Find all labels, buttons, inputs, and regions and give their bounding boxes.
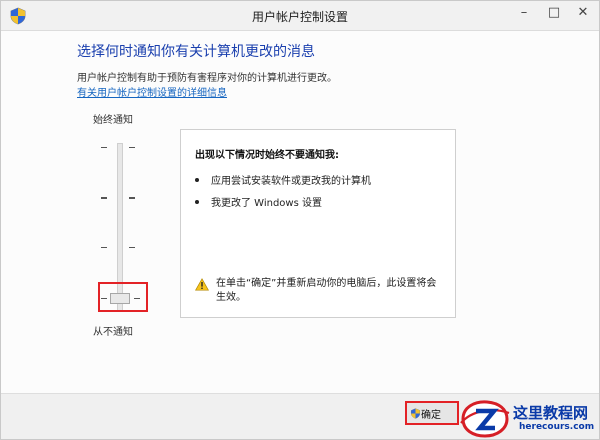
warning-text: 在单击“确定”并重新启动你的电脑后，此设置将会生效。	[216, 278, 437, 303]
page-description: 用户帐户控制有助于预防有害程序对你的计算机进行更改。	[77, 73, 337, 84]
maximize-button[interactable]: □	[539, 1, 569, 23]
bullet-dot-icon	[195, 178, 199, 182]
slider-tick	[101, 247, 107, 248]
more-info-link[interactable]: 有关用户帐户控制设置的详细信息	[77, 84, 227, 99]
bullet-text: 我更改了 Windows 设置	[211, 198, 322, 209]
page-heading: 选择何时通知你有关计算机更改的消息	[77, 44, 315, 60]
warning-triangle-icon	[195, 278, 209, 291]
title-bar: 用户帐户控制设置 – □ ✕	[1, 1, 599, 31]
minimize-button[interactable]: –	[509, 1, 539, 23]
watermark-name: 这里教程网	[513, 404, 589, 422]
slider-highlight-box	[98, 282, 148, 312]
setting-description-panel: 出现以下情况时始终不要通知我: 应用尝试安装软件或更改我的计算机 我更改了 Wi…	[180, 129, 456, 318]
uac-settings-window: 用户帐户控制设置 – □ ✕ 选择何时通知你有关计算机更改的消息 用户帐户控制有…	[0, 0, 600, 440]
slider-tick	[129, 247, 135, 248]
uac-shield-icon	[410, 408, 421, 419]
ok-button-label: 确定	[421, 409, 441, 421]
slider-tick	[129, 197, 135, 199]
restart-warning: 在单击“确定”并重新启动你的电脑后，此设置将会生效。	[195, 277, 445, 305]
slider-tick	[101, 197, 107, 199]
slider-tick	[101, 147, 107, 148]
bullet-text: 应用尝试安装软件或更改我的计算机	[211, 176, 371, 187]
panel-title: 出现以下情况时始终不要通知我:	[195, 150, 339, 161]
watermark-logo-icon	[460, 400, 510, 438]
watermark-url: herecours.com	[519, 422, 595, 432]
slider-label-always-notify: 始终通知	[93, 115, 133, 126]
bullet-item: 我更改了 Windows 设置	[195, 194, 322, 209]
bullet-item: 应用尝试安装软件或更改我的计算机	[195, 172, 371, 187]
bullet-dot-icon	[195, 200, 199, 204]
slider-label-never-notify: 从不通知	[93, 327, 133, 338]
close-button[interactable]: ✕	[567, 1, 599, 23]
ok-button[interactable]: 确定	[405, 401, 459, 425]
slider-tick	[129, 147, 135, 148]
